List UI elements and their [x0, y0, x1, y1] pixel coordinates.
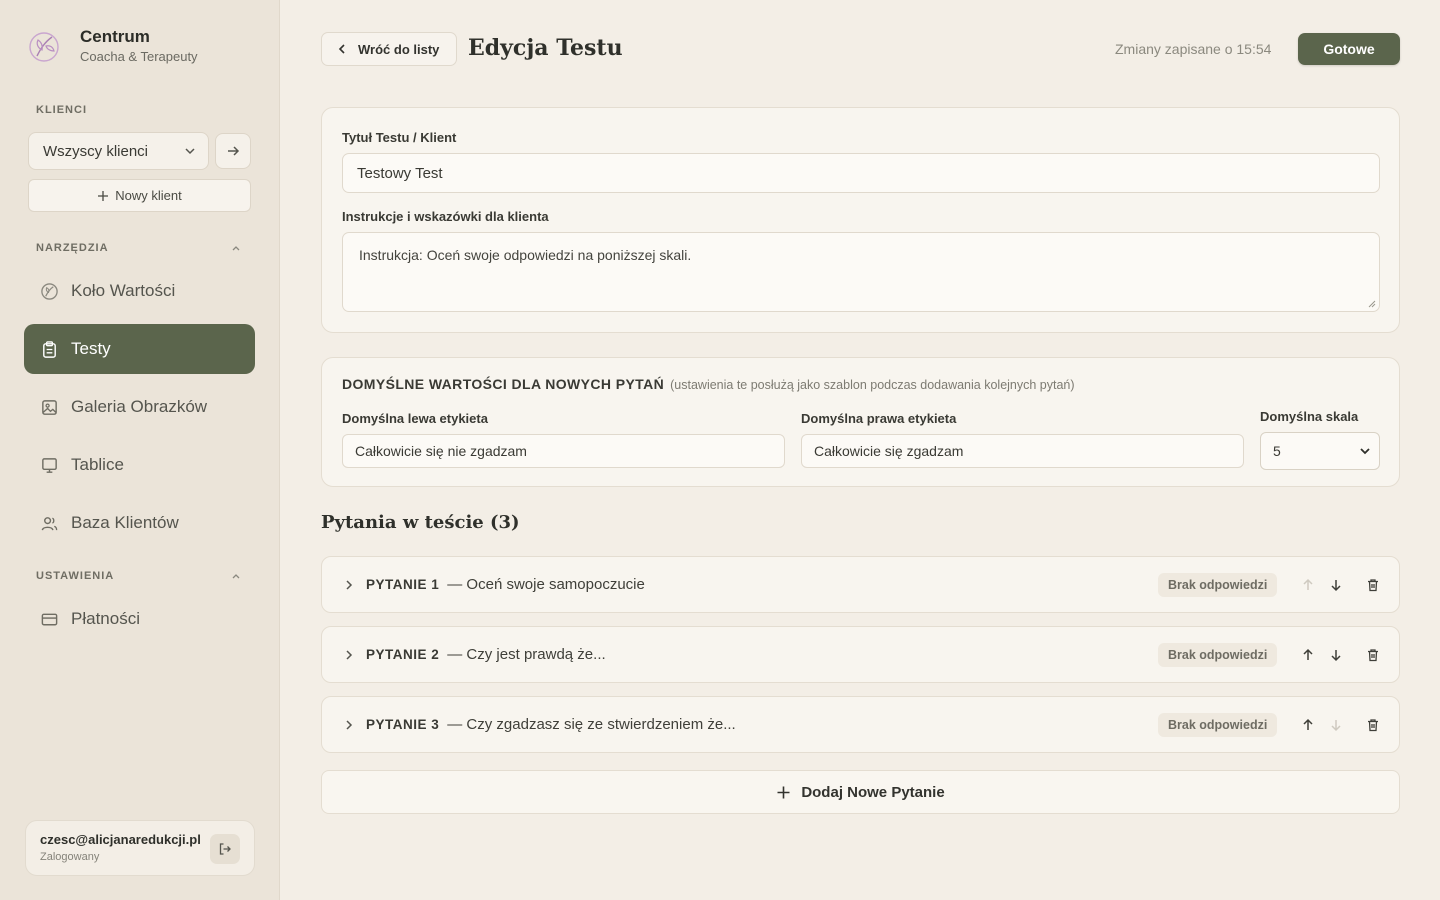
- status-badge: Brak odpowiedzi: [1158, 643, 1278, 667]
- chevron-down-icon: [1360, 448, 1370, 455]
- plus-icon: [98, 190, 109, 201]
- instructions-textarea[interactable]: Instrukcja: Oceń swoje odpowiedzi na pon…: [342, 232, 1380, 312]
- new-client-label: Nowy klient: [115, 188, 182, 203]
- question-row[interactable]: PYTANIE 1 — Oceń swoje samopoczucie Brak …: [321, 556, 1400, 613]
- sidebar-item-galeria-obrazkow[interactable]: Galeria Obrazków: [24, 382, 255, 432]
- card-icon: [41, 613, 58, 625]
- chevron-down-icon: [185, 148, 195, 155]
- question-text: — Czy jest prawdą że...: [447, 646, 606, 663]
- sidebar-item-baza-klientow[interactable]: Baza Klientów: [24, 498, 255, 548]
- status-badge: Brak odpowiedzi: [1158, 713, 1278, 737]
- open-client-button[interactable]: [215, 133, 251, 169]
- question-number: PYTANIE 2: [366, 647, 440, 662]
- sidebar-item-label: Testy: [71, 339, 111, 358]
- status-badge: Brak odpowiedzi: [1158, 573, 1278, 597]
- question-number: PYTANIE 1: [366, 577, 440, 592]
- trash-icon[interactable]: [1365, 577, 1381, 593]
- default-scale-label: Domyślna skala: [1260, 409, 1359, 424]
- test-details-card: Tytuł Testu / Klient Testowy Test Instru…: [321, 107, 1400, 333]
- brand-title: Centrum: [80, 27, 150, 46]
- back-to-list-button[interactable]: Wróć do listy: [321, 32, 457, 66]
- arrow-up-icon[interactable]: [1300, 717, 1316, 733]
- sidebar-item-label: Płatności: [71, 609, 140, 628]
- default-right-input[interactable]: Całkowicie się zgadzam: [801, 434, 1244, 468]
- title-input[interactable]: Testowy Test: [342, 153, 1380, 193]
- defaults-card: DOMYŚLNE WARTOŚCI DLA NOWYCH PYTAŃ (ustaw…: [321, 357, 1400, 487]
- wheel-icon: [41, 282, 58, 300]
- arrow-up-icon[interactable]: [1300, 647, 1316, 663]
- back-button-label: Wróć do listy: [358, 41, 440, 57]
- default-left-input[interactable]: Całkowicie się nie zgadzam: [342, 434, 785, 468]
- sidebar-item-label: Tablice: [71, 455, 124, 474]
- trash-icon[interactable]: [1365, 647, 1381, 663]
- arrow-down-icon[interactable]: [1328, 647, 1344, 663]
- clients-section-label: KLIENCI: [36, 104, 87, 116]
- questions-title: Pytania w teście (3): [321, 512, 520, 533]
- client-select-value: Wszyscy klienci: [43, 142, 149, 160]
- question-row[interactable]: PYTANIE 2 — Czy jest prawdą że... Brak od…: [321, 626, 1400, 683]
- plus-icon: [777, 786, 790, 798]
- new-client-button[interactable]: Nowy klient: [28, 179, 251, 212]
- sidebar-item-kolo-wartosci[interactable]: Koło Wartości: [24, 266, 255, 316]
- main-content: Wróć do listy Edycja Testu Zmiany zapisa…: [281, 0, 1440, 900]
- defaults-title-text: DOMYŚLNE WARTOŚCI DLA NOWYCH PYTAŃ: [342, 376, 665, 392]
- logout-button[interactable]: [210, 834, 240, 864]
- default-right-label: Domyślna prawa etykieta: [801, 411, 957, 426]
- sidebar: Centrum Coacha & Terapeuty KLIENCI Wszys…: [0, 0, 280, 900]
- brand[interactable]: Centrum Coacha & Terapeuty: [28, 28, 198, 64]
- sidebar-item-label: Galeria Obrazków: [71, 397, 208, 416]
- instructions-field-label: Instrukcje i wskazówki dla klienta: [342, 209, 549, 224]
- brand-subtitle: Coacha & Terapeuty: [80, 49, 198, 64]
- chevron-right-icon[interactable]: [342, 578, 356, 592]
- question-row[interactable]: PYTANIE 3 — Czy zgadzasz się ze stwierdze…: [321, 696, 1400, 753]
- resize-handle-icon[interactable]: [1368, 300, 1376, 308]
- arrow-down-icon[interactable]: [1328, 577, 1344, 593]
- arrow-up-icon[interactable]: [1300, 577, 1316, 593]
- brand-logo-icon: [29, 32, 59, 62]
- save-status: Zmiany zapisane o 15:54: [1115, 41, 1272, 57]
- clipboard-icon: [43, 340, 56, 358]
- sidebar-item-platnosci[interactable]: Płatności: [24, 594, 255, 644]
- settings-section-label: USTAWIENIA: [36, 570, 115, 582]
- done-button[interactable]: Gotowe: [1298, 33, 1400, 65]
- image-icon: [42, 399, 57, 415]
- title-field-label: Tytuł Testu / Klient: [342, 130, 457, 145]
- client-select[interactable]: Wszyscy klienci: [28, 132, 209, 170]
- users-icon: [41, 516, 58, 530]
- instructions-text: Instrukcja: Oceń swoje odpowiedzi na pon…: [359, 247, 692, 263]
- default-scale-value: 5: [1273, 443, 1281, 459]
- question-text: — Oceń swoje samopoczucie: [447, 576, 645, 593]
- user-card: czesc@alicjanaredukcji.pl Zalogowany: [25, 820, 255, 876]
- logout-icon: [219, 843, 231, 855]
- add-question-label: Dodaj Nowe Pytanie: [801, 783, 945, 801]
- question-text: — Czy zgadzasz się ze stwierdzeniem że..…: [447, 716, 736, 733]
- trash-icon[interactable]: [1365, 717, 1381, 733]
- tools-section-label: NARZĘDZIA: [36, 242, 109, 254]
- chevron-up-icon[interactable]: [230, 570, 242, 582]
- chevron-right-icon[interactable]: [342, 718, 356, 732]
- chevron-right-icon[interactable]: [342, 648, 356, 662]
- question-number: PYTANIE 3: [366, 717, 440, 732]
- chevron-up-icon[interactable]: [230, 242, 242, 254]
- add-question-button[interactable]: Dodaj Nowe Pytanie: [321, 770, 1400, 814]
- arrow-right-icon: [228, 146, 240, 156]
- default-left-label: Domyślna lewa etykieta: [342, 411, 488, 426]
- page-title: Edycja Testu: [468, 35, 623, 61]
- user-email: czesc@alicjanaredukcji.pl: [40, 832, 201, 847]
- sidebar-item-label: Koło Wartości: [71, 281, 176, 300]
- chevron-left-icon: [338, 44, 345, 54]
- defaults-title: DOMYŚLNE WARTOŚCI DLA NOWYCH PYTAŃ (ustaw…: [342, 376, 1075, 392]
- arrow-down-icon[interactable]: [1328, 717, 1344, 733]
- sidebar-item-tablice[interactable]: Tablice: [24, 440, 255, 490]
- sidebar-item-label: Baza Klientów: [71, 513, 179, 532]
- defaults-note: (ustawienia te posłużą jako szablon podc…: [670, 378, 1075, 392]
- sidebar-item-testy[interactable]: Testy: [24, 324, 255, 374]
- board-icon: [42, 457, 57, 473]
- default-scale-select[interactable]: 5: [1260, 432, 1380, 470]
